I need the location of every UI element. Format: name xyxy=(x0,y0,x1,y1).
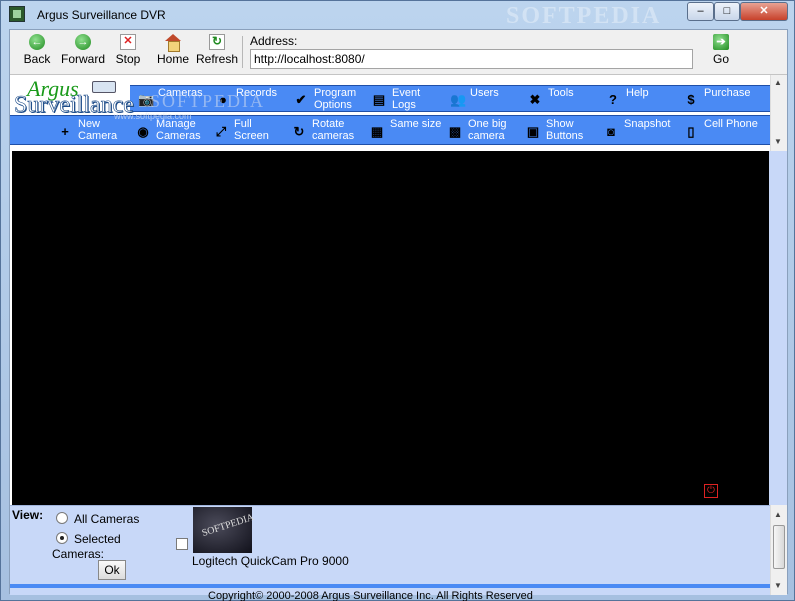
refresh-button[interactable]: ↻ Refresh xyxy=(192,34,242,70)
manage-cameras-icon: ◉ xyxy=(137,124,149,139)
address-input[interactable] xyxy=(250,49,693,69)
scroll-up-icon[interactable]: ▲ xyxy=(774,510,782,519)
page-content: 📷 Cameras ● Records ✔ Program Options ▤ … xyxy=(10,74,787,601)
toolbar-separator xyxy=(242,36,243,68)
big-camera-icon: ▩ xyxy=(448,124,462,139)
menu-watermark-url: www.softpedia.com xyxy=(114,111,192,121)
radio-all-cameras[interactable] xyxy=(56,512,68,524)
go-button[interactable]: ➔ Go xyxy=(706,34,736,70)
menu-item-label: Purchase xyxy=(704,87,751,99)
scrollbar-thumb[interactable] xyxy=(773,525,785,569)
window-title: Argus Surveillance DVR xyxy=(37,8,166,22)
view-panel: View: All Cameras Selected Cameras: Ok S… xyxy=(10,505,770,601)
menu-item-label: New Camera xyxy=(78,118,118,142)
radio-all-cameras-label: All Cameras xyxy=(74,512,140,526)
menu-item-label: Rotate cameras xyxy=(312,118,355,142)
snapshot-icon: ◙ xyxy=(607,124,615,139)
camera-name: Logitech QuickCam Pro 9000 xyxy=(192,554,349,568)
forward-label: Forward xyxy=(60,52,105,66)
copyright-text: Copyright© 2000-2008 Argus Surveillance … xyxy=(208,590,533,601)
maximize-button[interactable]: □ xyxy=(714,2,740,21)
power-icon[interactable]: ⏻ xyxy=(704,484,718,498)
menu-item-label: One big camera xyxy=(468,118,507,142)
title-watermark: SOFTPEDIA xyxy=(506,3,662,29)
stop-label: Stop xyxy=(115,52,141,66)
video-side-strip xyxy=(769,151,787,505)
refresh-icon: ↻ xyxy=(209,34,225,50)
help-icon: ? xyxy=(609,92,617,107)
go-icon: ➔ xyxy=(713,34,729,50)
home-button[interactable]: Home xyxy=(148,34,198,70)
stop-icon: ✕ xyxy=(120,34,136,50)
checkmark-icon: ✔ xyxy=(295,92,307,107)
forward-button[interactable]: → Forward xyxy=(58,34,108,70)
menu-item-label: Manage Cameras xyxy=(156,118,201,142)
argus-logo: Argus Surveillance xyxy=(12,76,135,118)
app-menu: 📷 Cameras ● Records ✔ Program Options ▤ … xyxy=(10,75,770,146)
browser-window: Argus Surveillance DVR SOFTPEDIA – □ ✕ ←… xyxy=(0,0,795,601)
ok-button[interactable]: Ok xyxy=(98,560,126,580)
phone-icon: ▯ xyxy=(687,124,695,139)
dollar-icon: $ xyxy=(687,92,695,107)
back-button[interactable]: ← Back xyxy=(12,34,62,70)
client-area: ← Back → Forward ✕ Stop Home ↻ Refresh A… xyxy=(9,29,788,601)
camera-thumbnail[interactable]: SOFTPEDIA xyxy=(193,507,255,553)
back-icon: ← xyxy=(29,34,45,50)
buttons-icon: ▣ xyxy=(526,124,540,139)
menu-item-label: Snapshot xyxy=(624,118,671,130)
scroll-down-icon[interactable]: ▼ xyxy=(774,137,782,146)
document-icon: ▤ xyxy=(372,92,386,107)
home-label: Home xyxy=(156,52,189,66)
forward-icon: → xyxy=(75,34,91,50)
home-icon xyxy=(165,34,181,52)
menu-scrollbar[interactable]: ▲ ▼ xyxy=(770,75,787,151)
back-label: Back xyxy=(23,52,51,66)
camera-video-view[interactable]: ⏻ xyxy=(12,151,769,505)
refresh-label: Refresh xyxy=(195,52,239,66)
footer-bar xyxy=(10,584,770,588)
fullscreen-icon: ⤢ xyxy=(215,124,227,139)
menu-item-label: Full Screen xyxy=(234,118,269,142)
menu-watermark: SOFTPEDIA xyxy=(150,91,266,111)
go-label: Go xyxy=(712,52,729,66)
add-camera-icon: + xyxy=(61,124,69,139)
camera-checkbox[interactable] xyxy=(176,538,188,550)
close-button[interactable]: ✕ xyxy=(740,2,788,21)
menu-item-label: Show Buttons xyxy=(546,118,584,142)
menu-item-label: Help xyxy=(626,87,649,99)
page-scrollbar[interactable]: ▲ ▼ xyxy=(770,505,787,595)
scroll-down-icon[interactable]: ▼ xyxy=(774,581,782,590)
stop-button[interactable]: ✕ Stop xyxy=(103,34,153,70)
rotate-icon: ↻ xyxy=(293,124,305,139)
grid-icon: ▦ xyxy=(370,124,384,139)
tools-icon: ✖ xyxy=(529,92,541,107)
users-icon: 👥 xyxy=(450,92,467,107)
scroll-up-icon[interactable]: ▲ xyxy=(774,78,782,87)
menu-item-label: Users xyxy=(470,87,499,99)
minimize-button[interactable]: – xyxy=(687,2,714,21)
menu-item-label: Same size xyxy=(390,118,442,130)
address-label: Address: xyxy=(250,34,298,48)
menu-item-label: Event Logs xyxy=(392,87,421,111)
radio-selected-cameras-label: Selected Cameras: xyxy=(52,532,121,561)
menu-item-label: Tools xyxy=(548,87,574,99)
menu-item-label: Cell Phone xyxy=(704,118,758,130)
app-icon xyxy=(9,6,25,22)
thumbnail-watermark: SOFTPEDIA xyxy=(200,511,256,540)
menu-item-label: Program Options xyxy=(314,87,357,111)
view-label: View: xyxy=(12,508,44,522)
navigation-toolbar: ← Back → Forward ✕ Stop Home ↻ Refresh A… xyxy=(10,30,787,74)
title-bar: Argus Surveillance DVR SOFTPEDIA – □ ✕ xyxy=(1,1,794,29)
